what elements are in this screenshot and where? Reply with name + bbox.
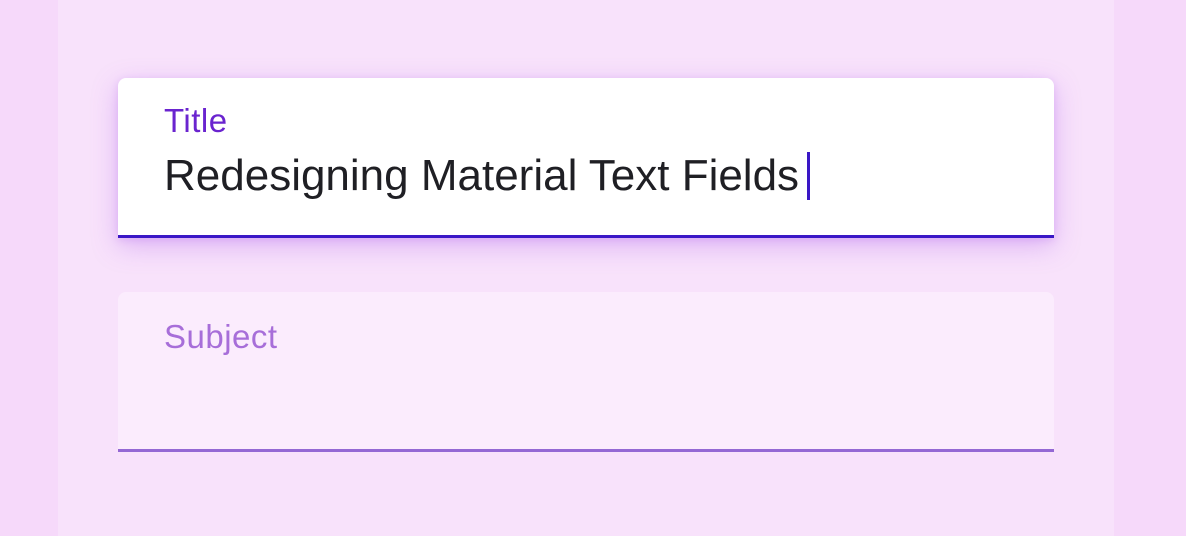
text-cursor	[807, 152, 811, 200]
subject-text-field[interactable]: Subject	[118, 292, 1054, 452]
title-field-value: Redesigning Material Text Fields	[164, 151, 800, 200]
subject-field-label: Subject	[164, 318, 278, 355]
title-field-input[interactable]: Redesigning Material Text Fields	[164, 151, 811, 200]
title-field-label: Title	[164, 102, 228, 139]
form-panel: Title Redesigning Material Text Fields S…	[58, 0, 1114, 536]
title-text-field[interactable]: Title Redesigning Material Text Fields	[118, 78, 1054, 238]
